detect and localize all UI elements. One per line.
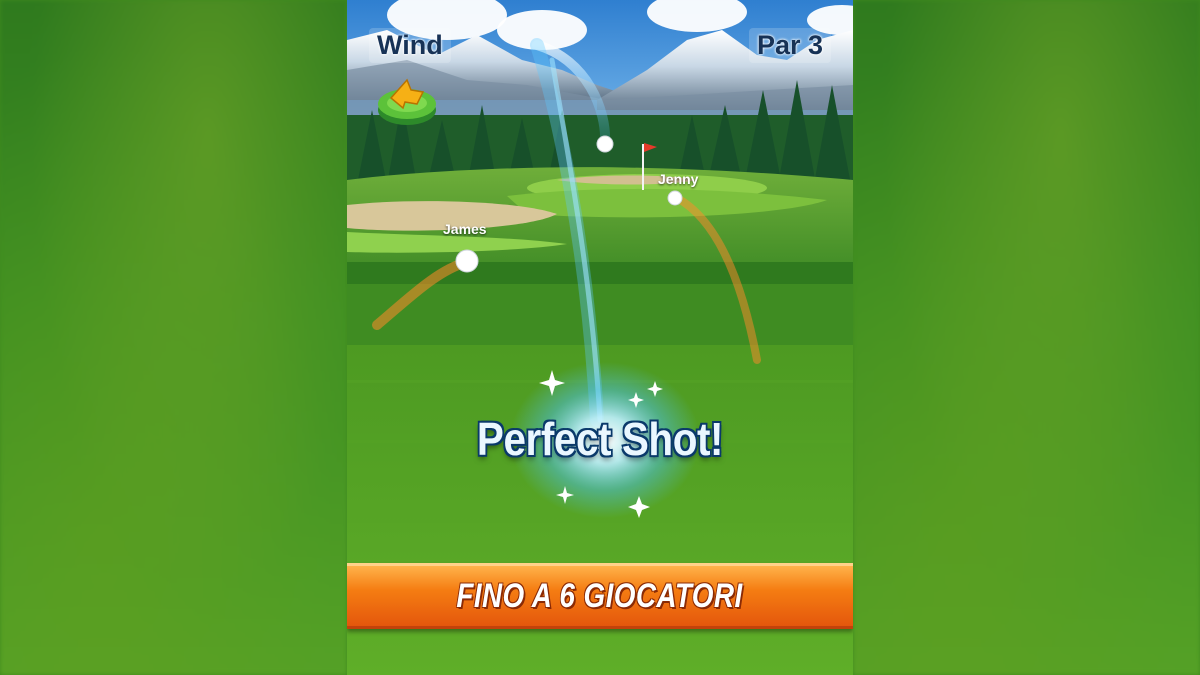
wind-label: Wind <box>369 28 451 63</box>
player-name-jenny: Jenny <box>658 171 699 187</box>
par-label: Par 3 <box>748 28 831 63</box>
promo-banner-text: FINO A 6 GIOCATORI <box>456 576 744 615</box>
perfect-shot-message: Perfect Shot! <box>476 413 724 465</box>
game-viewport[interactable]: Wind Par 3 Jenny James Perfect Shot! FIN… <box>347 0 853 675</box>
player-name-james: James <box>443 221 487 237</box>
promo-banner: FINO A 6 GIOCATORI <box>347 563 853 629</box>
wind-arrow-icon <box>377 80 437 125</box>
blurred-background-left <box>0 0 347 675</box>
blurred-background-right <box>853 0 1200 675</box>
